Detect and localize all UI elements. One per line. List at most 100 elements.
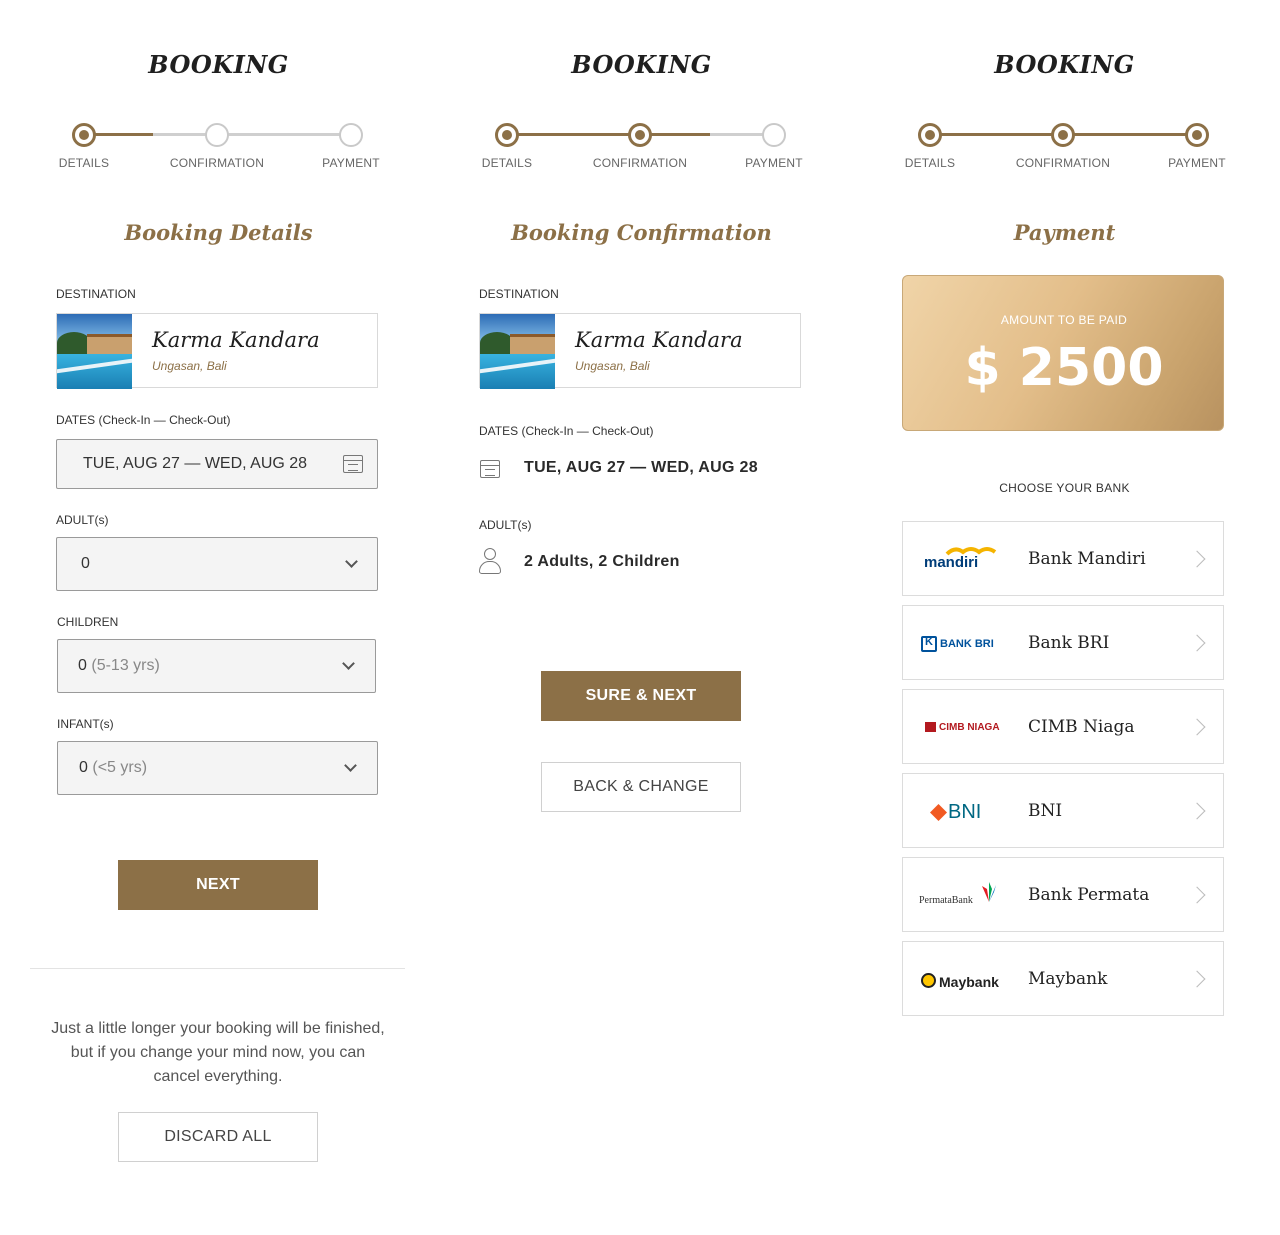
bank-name: CIMB Niaga: [1028, 717, 1135, 737]
stepper-track: [153, 133, 351, 136]
dates-field[interactable]: TUE, AUG 27 — WED, AUG 28: [56, 439, 378, 489]
step-dot-payment[interactable]: [339, 123, 363, 147]
destination-label: DESTINATION: [479, 287, 559, 301]
cancel-note: Just a little longer your booking will b…: [51, 1020, 385, 1085]
booking-title: BOOKING: [148, 50, 289, 79]
destination-location: Ungasan, Bali: [152, 359, 227, 373]
children-value: 0: [78, 657, 87, 674]
step-dot-details[interactable]: [495, 123, 519, 147]
step-label-details: DETAILS: [904, 156, 956, 170]
dates-label: DATES (Check-In — Check-Out): [56, 413, 231, 427]
infants-select[interactable]: 0 (<5 yrs): [57, 741, 378, 795]
section-title: Booking Details: [124, 220, 313, 245]
amount-value: $ 2500: [964, 338, 1164, 398]
chevron-right-icon: [1188, 886, 1206, 904]
chevron-right-icon: [1188, 550, 1206, 568]
chevron-down-icon: [342, 657, 355, 670]
infants-hint: (<5 yrs): [92, 759, 148, 776]
adults-label: ADULT(s): [479, 518, 532, 532]
mandiri-logo: mandiri: [919, 542, 1009, 576]
progress-stepper: DETAILS CONFIRMATION PAYMENT: [853, 120, 1276, 180]
step-dot-payment[interactable]: [1185, 123, 1209, 147]
bank-option-cimb[interactable]: CIMB NIAGA CIMB Niaga: [902, 689, 1224, 764]
booking-title: BOOKING: [994, 50, 1135, 79]
destination-name: Karma Kandara: [152, 328, 320, 352]
destination-location: Ungasan, Bali: [575, 359, 650, 373]
infants-label: INFANT(s): [57, 717, 114, 731]
children-label: CHILDREN: [57, 615, 119, 629]
step-label-details: DETAILS: [481, 156, 533, 170]
discard-all-button[interactable]: DISCARD ALL: [118, 1112, 318, 1162]
dates-value: TUE, AUG 27 — WED, AUG 28: [83, 455, 308, 472]
amount-label: AMOUNT TO BE PAID: [1000, 313, 1128, 327]
bank-name: Maybank: [1028, 969, 1108, 989]
step-dot-details[interactable]: [918, 123, 942, 147]
divider: [30, 968, 405, 969]
progress-stepper: DETAILS CONFIRMATION PAYMENT: [430, 120, 853, 180]
choose-bank-label: CHOOSE YOUR BANK: [999, 481, 1130, 495]
children-select[interactable]: 0 (5-13 yrs): [57, 639, 376, 693]
step-label-payment: PAYMENT: [322, 156, 380, 170]
bank-name: BNI: [1028, 801, 1063, 821]
destination-photo: [57, 314, 132, 389]
next-button[interactable]: NEXT: [118, 860, 318, 910]
booking-details-panel: BOOKING DETAILS CONFIRMATION PAYMENT Boo…: [7, 0, 430, 1235]
bank-option-mandiri[interactable]: mandiri Bank Mandiri: [902, 521, 1224, 596]
chevron-down-icon: [344, 759, 357, 772]
booking-confirmation-panel: BOOKING DETAILS CONFIRMATION PAYMENT Boo…: [430, 0, 853, 1235]
adults-select[interactable]: 0: [56, 537, 378, 591]
bank-name: Bank Mandiri: [1028, 549, 1146, 569]
cimb-logo: CIMB NIAGA: [919, 710, 1009, 744]
calendar-icon[interactable]: [343, 455, 363, 473]
step-dot-details[interactable]: [72, 123, 96, 147]
section-title: Payment: [1013, 220, 1116, 245]
destination-label: DESTINATION: [56, 287, 136, 301]
bank-name: Bank Permata: [1028, 885, 1150, 905]
adults-label: ADULT(s): [56, 513, 109, 527]
adults-value: 0: [81, 555, 90, 572]
step-label-confirmation: CONFIRMATION: [592, 156, 688, 170]
step-dot-payment[interactable]: [762, 123, 786, 147]
step-dot-confirmation[interactable]: [1051, 123, 1075, 147]
step-dot-confirmation[interactable]: [628, 123, 652, 147]
person-icon: [479, 548, 501, 574]
step-label-payment: PAYMENT: [745, 156, 803, 170]
progress-stepper: DETAILS CONFIRMATION PAYMENT: [7, 120, 430, 180]
guests-value: 2 Adults, 2 Children: [524, 553, 680, 570]
calendar-icon: [480, 460, 500, 478]
chevron-down-icon: [345, 555, 358, 568]
children-hint: (5-13 yrs): [91, 657, 160, 674]
destination-name: Karma Kandara: [575, 328, 743, 352]
booking-title: BOOKING: [571, 50, 712, 79]
step-label-confirmation: CONFIRMATION: [169, 156, 265, 170]
dates-label: DATES (Check-In — Check-Out): [479, 424, 654, 438]
bank-option-bri[interactable]: K BANK BRI Bank BRI: [902, 605, 1224, 680]
bank-option-bni[interactable]: BNI BNI: [902, 773, 1224, 848]
destination-card: Karma Kandara Ungasan, Bali: [479, 313, 801, 389]
step-label-confirmation: CONFIRMATION: [1015, 156, 1111, 170]
permata-logo: PermataBank: [919, 878, 1009, 912]
chevron-right-icon: [1188, 634, 1206, 652]
amount-card: AMOUNT TO BE PAID $ 2500: [902, 275, 1224, 431]
section-title: Booking Confirmation: [511, 220, 772, 245]
chevron-right-icon: [1188, 718, 1206, 736]
stepper-track-filled: [508, 133, 710, 136]
bni-logo: BNI: [919, 794, 1009, 828]
maybank-logo: Maybank: [919, 962, 1009, 996]
dates-value: TUE, AUG 27 — WED, AUG 28: [524, 459, 758, 476]
destination-card[interactable]: Karma Kandara Ungasan, Bali: [56, 313, 378, 389]
bank-name: Bank BRI: [1028, 633, 1110, 653]
bank-option-permata[interactable]: PermataBank Bank Permata: [902, 857, 1224, 932]
back-change-button[interactable]: BACK & CHANGE: [541, 762, 741, 812]
infants-value: 0: [79, 759, 88, 776]
sure-next-button[interactable]: SURE & NEXT: [541, 671, 741, 721]
step-dot-confirmation[interactable]: [205, 123, 229, 147]
bank-option-maybank[interactable]: Maybank Maybank: [902, 941, 1224, 1016]
bri-logo: K BANK BRI: [919, 626, 1009, 660]
step-label-payment: PAYMENT: [1168, 156, 1226, 170]
payment-panel: BOOKING DETAILS CONFIRMATION PAYMENT Pay…: [853, 0, 1276, 1235]
chevron-right-icon: [1188, 970, 1206, 988]
step-label-details: DETAILS: [58, 156, 110, 170]
destination-photo: [480, 314, 555, 389]
chevron-right-icon: [1188, 802, 1206, 820]
